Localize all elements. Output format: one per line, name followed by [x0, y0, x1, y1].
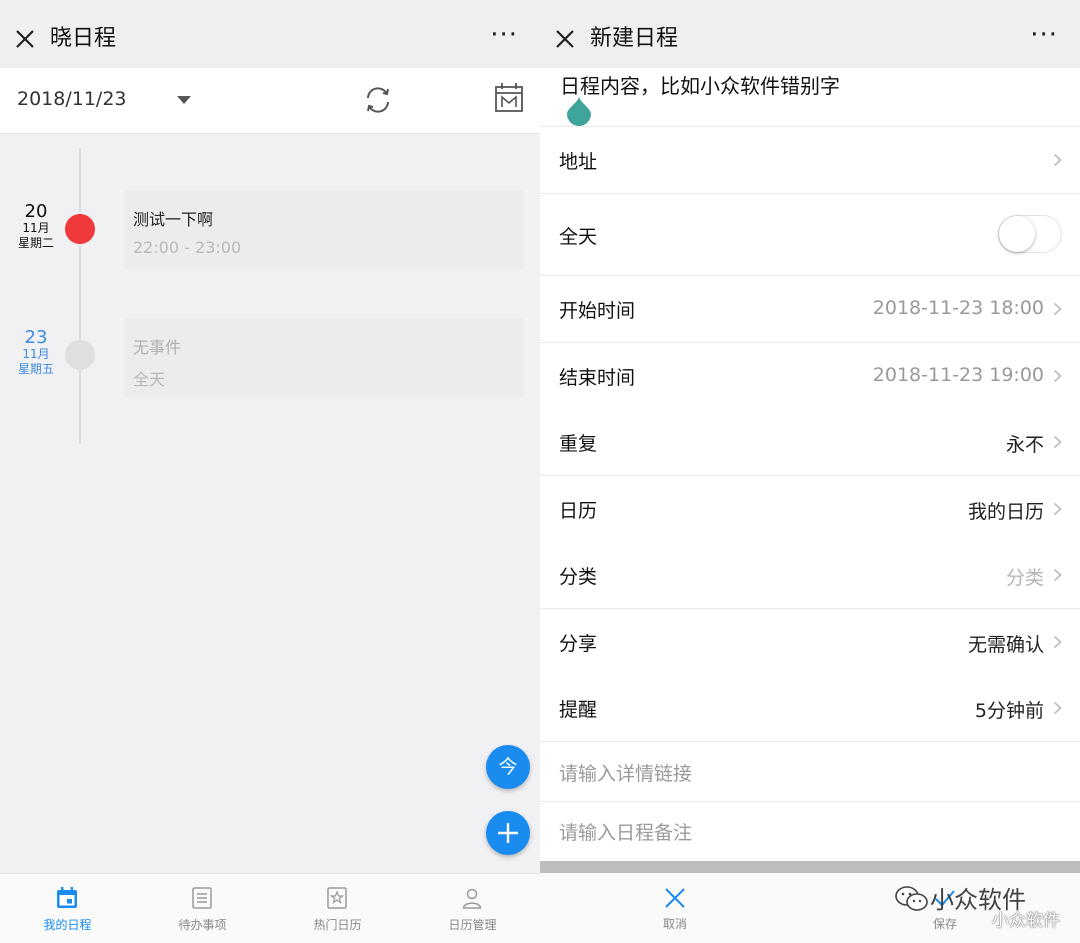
nav-label: 热门日历	[313, 918, 362, 932]
event-title: 无事件	[133, 338, 182, 357]
right-screen: 新建日程 ··· 日程内容，比如小众软件错别字 地址 全天 开始时间 2018-…	[540, 0, 1080, 943]
bottom-navigation: 我的日程 待办事项 热门日历 日历管理	[0, 873, 540, 943]
row-label: 日历	[559, 500, 598, 522]
event-card[interactable]: 测试一下啊 22:00 - 23:00	[124, 190, 524, 270]
more-menu-button[interactable]: ···	[490, 22, 518, 48]
chevron-right-icon	[1053, 435, 1062, 449]
right-title-bar: 新建日程 ···	[540, 0, 1080, 68]
wechat-icon	[895, 886, 928, 911]
share-value: 无需确认	[967, 634, 1044, 656]
calendar-row[interactable]: 日历 我的日历	[540, 476, 1080, 543]
chevron-right-icon	[1053, 568, 1062, 582]
nav-hot-calendars[interactable]: 热门日历	[270, 874, 405, 943]
start-time-row[interactable]: 开始时间 2018-11-23 18:00	[540, 276, 1080, 343]
event-title: 测试一下啊	[133, 210, 214, 229]
address-row[interactable]: 地址	[540, 127, 1080, 194]
reminder-row[interactable]: 提醒 5分钟前	[540, 675, 1080, 742]
event-time: 全天	[133, 370, 166, 389]
dropdown-caret-icon[interactable]	[177, 96, 191, 104]
nav-todo[interactable]: 待办事项	[135, 874, 270, 943]
event-day-number: 20	[24, 201, 48, 222]
timeline-line	[79, 148, 81, 444]
left-screen: 晓日程 ··· 2018/11/23 20 11月 星期二 测试一下啊 22:0…	[0, 0, 540, 943]
nav-calendar-management[interactable]: 日历管理	[405, 874, 540, 943]
date-selector[interactable]: 2018/11/23	[17, 88, 127, 110]
row-label: 地址	[559, 151, 598, 173]
cancel-button[interactable]: 取消	[540, 873, 810, 943]
note-placeholder: 请输入日程备注	[559, 822, 693, 844]
chevron-right-icon	[1053, 502, 1062, 516]
event-weekday: 星期五	[17, 362, 54, 376]
repeat-value: 永不	[1005, 434, 1044, 456]
allday-toggle[interactable]	[998, 215, 1062, 253]
chevron-right-icon	[1053, 369, 1062, 383]
repeat-row[interactable]: 重复 永不	[540, 409, 1080, 476]
bookmark-icon	[327, 887, 347, 909]
left-title-bar: 晓日程 ···	[0, 0, 540, 68]
text-cursor-handle-icon[interactable]	[566, 96, 592, 126]
end-time-value: 2018-11-23 19:00	[872, 364, 1044, 386]
nav-label: 我的日程	[43, 918, 92, 932]
month-view-calendar-icon[interactable]	[494, 82, 524, 114]
event-content-text: 日程内容，比如小众软件错别字	[560, 74, 840, 98]
event-card[interactable]: 无事件 全天	[124, 318, 524, 398]
nav-my-schedule[interactable]: 我的日程	[0, 874, 135, 943]
today-button[interactable]: 今	[486, 745, 530, 789]
toggle-knob	[999, 216, 1035, 252]
plus-icon	[498, 823, 518, 843]
nav-label: 待办事项	[178, 918, 227, 932]
row-label: 开始时间	[559, 300, 636, 322]
app-title: 晓日程	[50, 26, 117, 51]
row-label: 分享	[559, 633, 598, 655]
chevron-right-icon	[1053, 701, 1062, 715]
add-event-button[interactable]	[486, 811, 530, 855]
row-label: 重复	[559, 433, 598, 455]
date-bar: 2018/11/23	[0, 68, 540, 134]
reminder-value: 5分钟前	[974, 700, 1044, 722]
event-content-input[interactable]: 日程内容，比如小众软件错别字	[540, 68, 1080, 127]
watermark-subtext: 小众软件	[992, 911, 1060, 931]
calendar-icon	[57, 887, 77, 908]
more-menu-button[interactable]: ···	[1030, 22, 1058, 48]
event-dot-gray	[65, 340, 95, 370]
event-dot-red	[65, 214, 95, 244]
event-weekday: 星期二	[17, 236, 54, 250]
event-day-number: 23	[24, 327, 48, 348]
nav-label: 日历管理	[448, 918, 497, 932]
row-label: 结束时间	[559, 367, 636, 389]
event-month: 11月	[22, 221, 50, 235]
cancel-label: 取消	[662, 917, 687, 931]
page-title: 新建日程	[590, 26, 679, 51]
refresh-icon[interactable]	[362, 84, 394, 116]
chevron-right-icon	[1053, 635, 1062, 649]
allday-row: 全天	[540, 194, 1080, 276]
list-icon	[192, 887, 212, 909]
person-icon	[462, 888, 482, 909]
chevron-right-icon	[1053, 302, 1062, 316]
event-time: 22:00 - 23:00	[133, 238, 242, 257]
event-date-1: 20 11月 星期二	[8, 203, 64, 251]
note-input[interactable]: 请输入日程备注	[540, 802, 1080, 861]
end-time-row[interactable]: 结束时间 2018-11-23 19:00	[540, 343, 1080, 410]
category-row[interactable]: 分类 分类	[540, 542, 1080, 609]
event-month: 11月	[22, 347, 50, 361]
close-icon[interactable]	[554, 28, 576, 50]
category-value: 分类	[1005, 567, 1044, 589]
detail-link-input[interactable]: 请输入详情链接	[540, 742, 1080, 802]
chevron-right-icon	[1053, 153, 1062, 167]
share-row[interactable]: 分享 无需确认	[540, 609, 1080, 676]
row-label: 分类	[559, 566, 598, 588]
detail-link-placeholder: 请输入详情链接	[559, 763, 693, 785]
separator-bar	[540, 861, 1080, 873]
row-label: 提醒	[559, 699, 598, 721]
watermark: 小众软件 小众软件	[892, 876, 1080, 936]
close-icon[interactable]	[14, 28, 36, 50]
close-icon	[665, 888, 685, 908]
event-date-2: 23 11月 星期五	[8, 329, 64, 377]
start-time-value: 2018-11-23 18:00	[872, 297, 1044, 319]
calendar-value: 我的日历	[967, 501, 1044, 523]
row-label: 全天	[559, 226, 598, 248]
